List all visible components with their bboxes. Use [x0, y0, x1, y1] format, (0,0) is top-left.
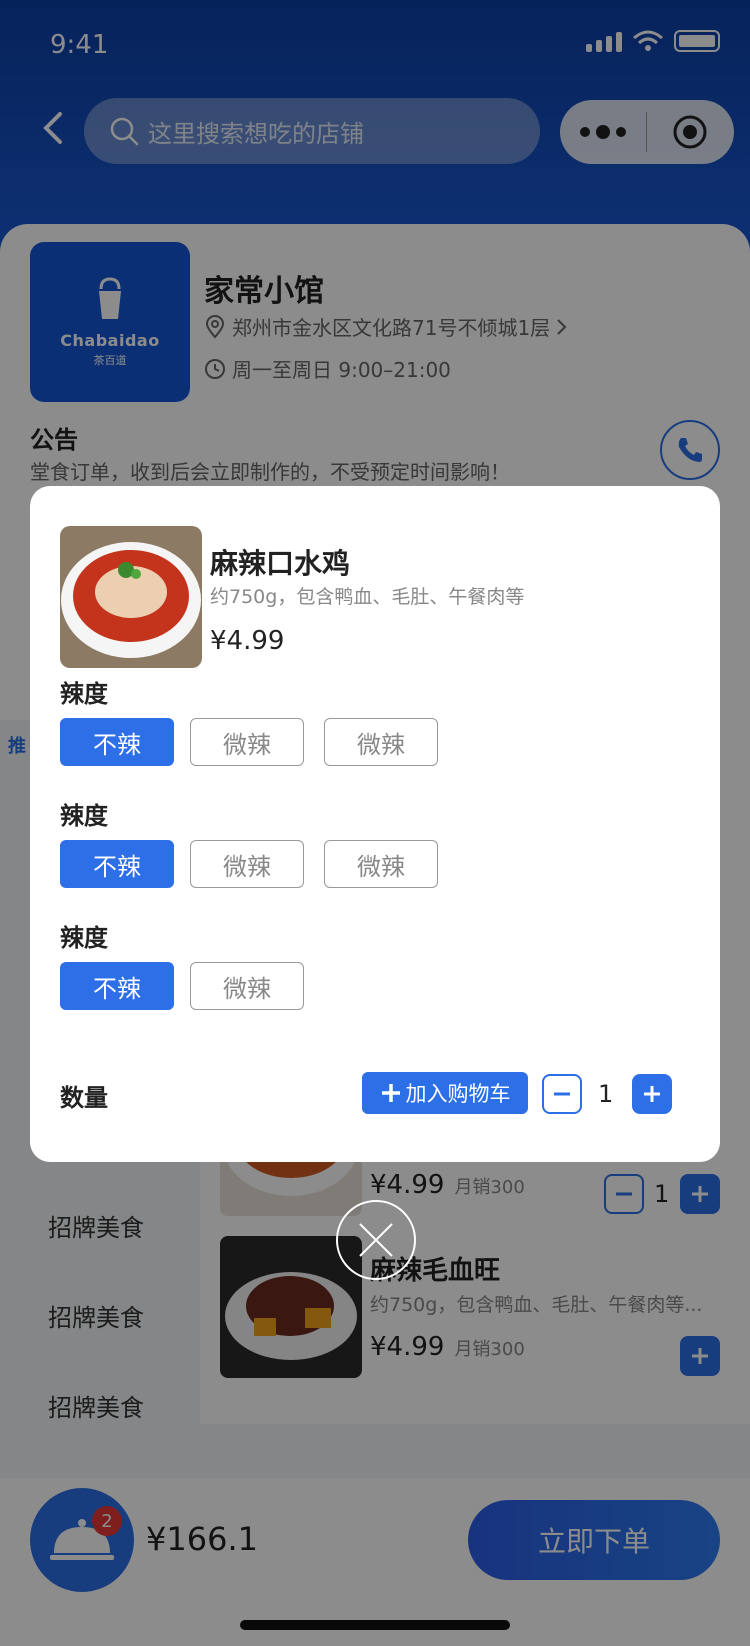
plus-icon: [381, 1084, 400, 1102]
modal-dish-image: [60, 526, 202, 668]
page: 9:41 这里搜索想吃的店铺 Chabaidao 茶百道 家常小馆 郑州市金水区…: [0, 0, 750, 1646]
modal-dish-name: 麻辣口水鸡: [210, 547, 351, 580]
add-to-cart-label: 加入购物车: [405, 1082, 511, 1106]
modal-dish-desc: 约750g，包含鸭血、毛肚、午餐肉等: [210, 586, 525, 608]
minus-icon: [554, 1092, 570, 1096]
modal-increase-quantity-button[interactable]: [632, 1074, 672, 1114]
option-button[interactable]: 不辣: [60, 840, 174, 888]
option-group-label: 辣度: [60, 924, 108, 952]
plus-icon: [644, 1086, 660, 1102]
close-icon: [359, 1223, 393, 1257]
option-button[interactable]: 微辣: [324, 718, 438, 766]
modal-quantity: 1: [598, 1080, 614, 1108]
close-modal-button[interactable]: [336, 1200, 416, 1280]
option-button[interactable]: 微辣: [190, 840, 304, 888]
quantity-label: 数量: [60, 1084, 108, 1112]
option-button[interactable]: 微辣: [324, 840, 438, 888]
modal-decrease-quantity-button[interactable]: [542, 1074, 582, 1114]
option-group-label: 辣度: [60, 680, 108, 708]
add-to-cart-button[interactable]: 加入购物车: [362, 1072, 528, 1114]
option-button[interactable]: 不辣: [60, 718, 174, 766]
dish-options-modal: 麻辣口水鸡 约750g，包含鸭血、毛肚、午餐肉等 ¥4.99 辣度 不辣 微辣 …: [30, 486, 720, 1162]
option-button[interactable]: 微辣: [190, 962, 304, 1010]
option-button[interactable]: 微辣: [190, 718, 304, 766]
option-group-label: 辣度: [60, 802, 108, 830]
option-button[interactable]: 不辣: [60, 962, 174, 1010]
modal-dish-price: ¥4.99: [210, 626, 285, 656]
